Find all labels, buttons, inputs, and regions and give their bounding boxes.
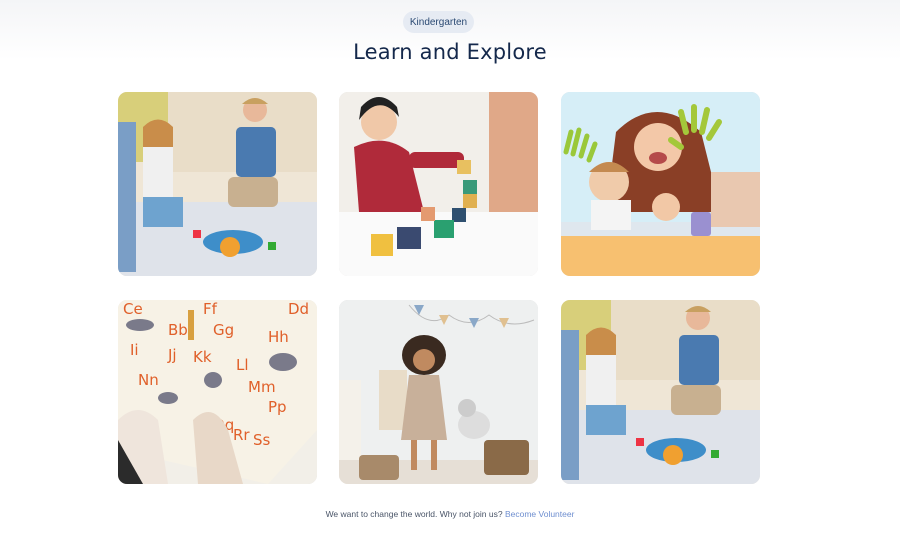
gallery-photo-5[interactable] <box>339 300 538 484</box>
svg-text:Gg: Gg <box>213 321 234 339</box>
footer-text: We want to change the world. Why not joi… <box>325 509 503 519</box>
gallery-photo-6[interactable] <box>561 300 760 484</box>
photo-girl-stacking-blocks <box>339 92 538 276</box>
svg-text:Bb: Bb <box>168 321 188 339</box>
svg-text:Nn: Nn <box>138 371 159 389</box>
svg-text:Jj: Jj <box>167 346 177 364</box>
svg-text:Ff: Ff <box>203 300 218 318</box>
section-title: Learn and Explore <box>353 40 547 64</box>
svg-text:Ll: Ll <box>236 356 249 374</box>
gallery-photo-3[interactable] <box>561 92 760 276</box>
svg-text:Hh: Hh <box>268 328 289 346</box>
svg-text:Pp: Pp <box>268 398 287 416</box>
svg-text:Ii: Ii <box>130 341 139 359</box>
gallery-photo-4[interactable]: CeFfDd BbGgHh IiJjKkLl NnMmPp QqRrSs <box>118 300 317 484</box>
svg-text:Dd: Dd <box>288 300 309 318</box>
svg-text:Ss: Ss <box>253 431 271 449</box>
svg-text:Ce: Ce <box>123 300 143 318</box>
footer-cta: We want to change the world. Why not joi… <box>0 509 900 519</box>
photo-alphabet-poster: CeFfDd BbGgHh IiJjKkLl NnMmPp QqRrSs <box>118 300 317 484</box>
photo-gallery: CeFfDd BbGgHh IiJjKkLl NnMmPp QqRrSs <box>118 92 760 484</box>
gallery-photo-1[interactable] <box>118 92 317 276</box>
photo-girl-dancing-playroom <box>339 300 538 484</box>
category-badge: Kindergarten <box>403 11 474 33</box>
photo-kids-blocks-floor <box>118 92 317 276</box>
become-volunteer-link[interactable]: Become Volunteer <box>505 509 574 519</box>
svg-text:Rr: Rr <box>233 426 250 444</box>
svg-text:Mm: Mm <box>248 378 276 396</box>
photo-kids-blocks-floor-2 <box>561 300 760 484</box>
photo-family-painted-hands <box>561 92 760 276</box>
gallery-photo-2[interactable] <box>339 92 538 276</box>
svg-text:Kk: Kk <box>193 348 212 366</box>
